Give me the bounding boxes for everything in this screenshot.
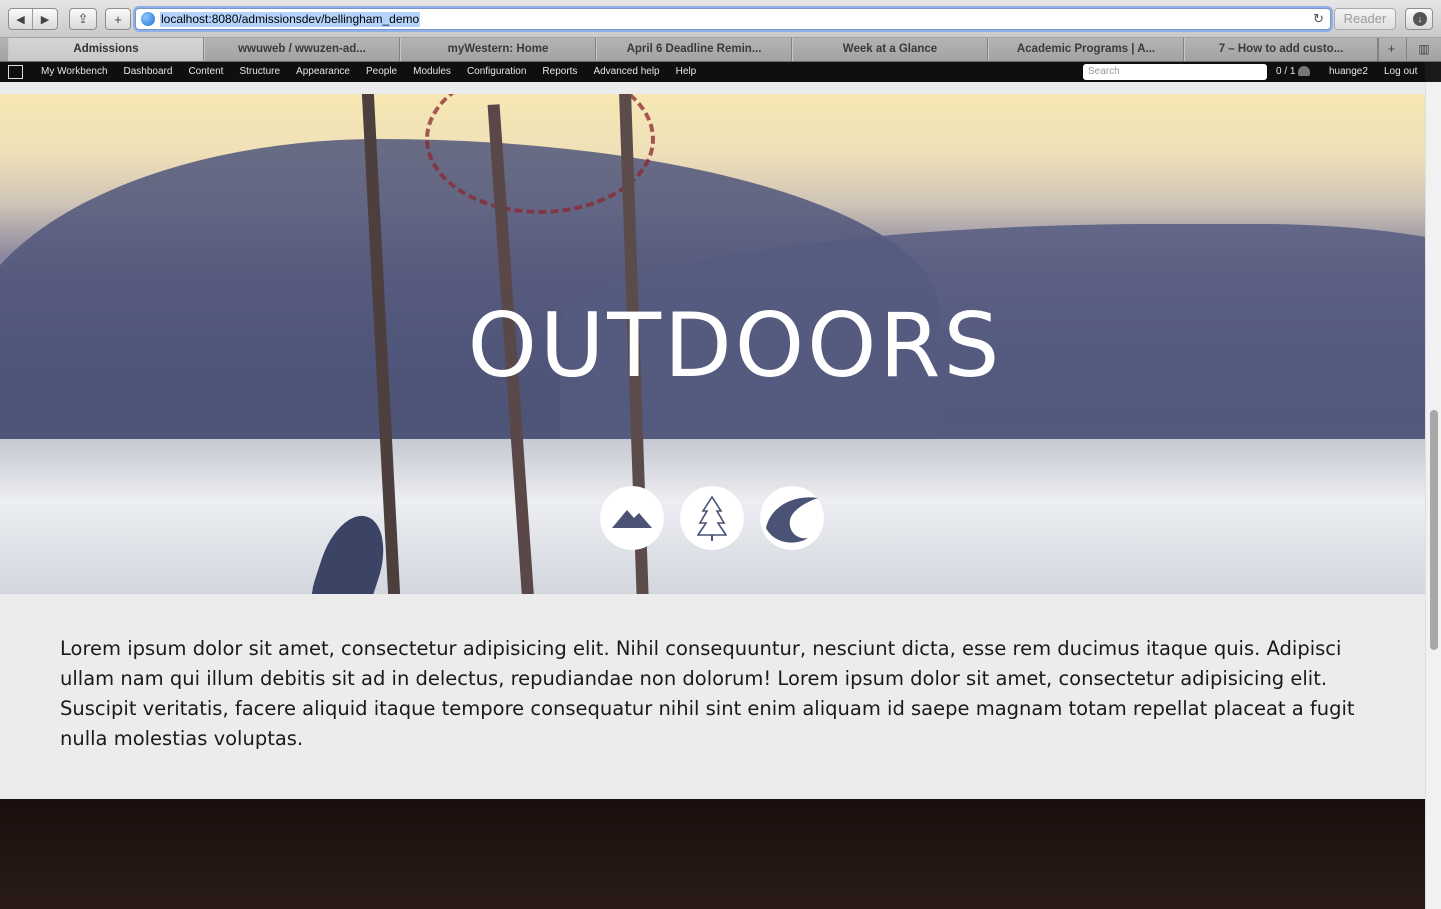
admin-menu-content[interactable]: Content	[180, 62, 231, 82]
hero-icon-row	[600, 486, 824, 550]
tab-mywestern[interactable]: myWestern: Home	[400, 38, 596, 61]
admin-menu-help[interactable]: Help	[668, 62, 705, 82]
admin-menu-reports[interactable]: Reports	[534, 62, 585, 82]
admin-menu-structure[interactable]: Structure	[231, 62, 288, 82]
scrollbar-thumb[interactable]	[1430, 410, 1438, 650]
hero-title: OUTDOORS	[467, 294, 1003, 397]
share-button[interactable]: ⇪	[69, 8, 97, 30]
users-icon	[1298, 66, 1311, 77]
share-icon: ⇪	[77, 11, 89, 26]
forward-button[interactable]: ▶	[33, 9, 57, 29]
page-viewport: OUTDOORS Lorem ipsum dolor sit amet, con…	[0, 82, 1425, 909]
new-tab-button[interactable]: +	[1378, 38, 1404, 61]
home-icon[interactable]	[8, 65, 23, 79]
reader-button[interactable]: Reader	[1334, 8, 1396, 30]
tab-academic-programs[interactable]: Academic Programs | A...	[988, 38, 1184, 61]
downloads-button[interactable]: ↓	[1405, 8, 1433, 30]
online-users[interactable]: 0 / 1	[1276, 62, 1311, 82]
online-users-count: 0 / 1	[1276, 66, 1296, 77]
admin-toolbar: My Workbench Dashboard Content Structure…	[0, 62, 1425, 82]
tree-icon[interactable]	[680, 486, 744, 550]
admin-menu-dashboard[interactable]: Dashboard	[116, 62, 181, 82]
admin-menu-my-workbench[interactable]: My Workbench	[33, 62, 116, 82]
admin-menu-configuration[interactable]: Configuration	[459, 62, 534, 82]
dark-photo-section	[0, 799, 1425, 909]
add-bookmark-button[interactable]: +	[105, 8, 131, 30]
tab-admissions[interactable]: Admissions	[8, 38, 204, 61]
wave-icon[interactable]	[760, 486, 824, 550]
tab-april-deadline[interactable]: April 6 Deadline Remin...	[596, 38, 792, 61]
tab-week-at-a-glance[interactable]: Week at a Glance	[792, 38, 988, 61]
tab-wwuweb[interactable]: wwuweb / wwuzen-ad...	[204, 38, 400, 61]
intro-section: Lorem ipsum dolor sit amet, consectetur …	[0, 594, 1425, 799]
plus-icon: +	[114, 11, 122, 27]
admin-menu-people[interactable]: People	[358, 62, 405, 82]
top-strip	[0, 82, 1425, 94]
mountain-icon[interactable]	[600, 486, 664, 550]
admin-menu-advanced-help[interactable]: Advanced help	[585, 62, 667, 82]
username-link[interactable]: huange2	[1329, 62, 1368, 82]
reload-icon[interactable]: ↻	[1313, 11, 1324, 27]
logout-link[interactable]: Log out	[1384, 62, 1417, 82]
tab-bar: Admissions wwuweb / wwuzen-ad... myWeste…	[0, 38, 1441, 62]
url-text[interactable]: localhost:8080/admissionsdev/bellingham_…	[160, 12, 421, 27]
hero-banner: OUTDOORS	[0, 94, 1425, 594]
admin-menu: My Workbench Dashboard Content Structure…	[33, 62, 704, 82]
tab-overview-button[interactable]: ▥	[1406, 38, 1441, 61]
address-bar[interactable]: localhost:8080/admissionsdev/bellingham_…	[135, 8, 1331, 30]
back-forward-group: ◀ ▶	[8, 8, 58, 30]
admin-menu-appearance[interactable]: Appearance	[288, 62, 358, 82]
tab-how-to-add[interactable]: 7 – How to add custo...	[1184, 38, 1378, 61]
admin-search-input[interactable]: Search	[1083, 64, 1267, 80]
intro-text: Lorem ipsum dolor sit amet, consectetur …	[60, 637, 1355, 750]
admin-menu-modules[interactable]: Modules	[405, 62, 459, 82]
download-icon: ↓	[1413, 12, 1427, 26]
page-scrollbar[interactable]	[1425, 82, 1441, 909]
browser-toolbar: ◀ ▶ ⇪ + localhost:8080/admissionsdev/bel…	[0, 0, 1441, 38]
globe-icon	[141, 12, 155, 26]
back-button[interactable]: ◀	[9, 9, 33, 29]
